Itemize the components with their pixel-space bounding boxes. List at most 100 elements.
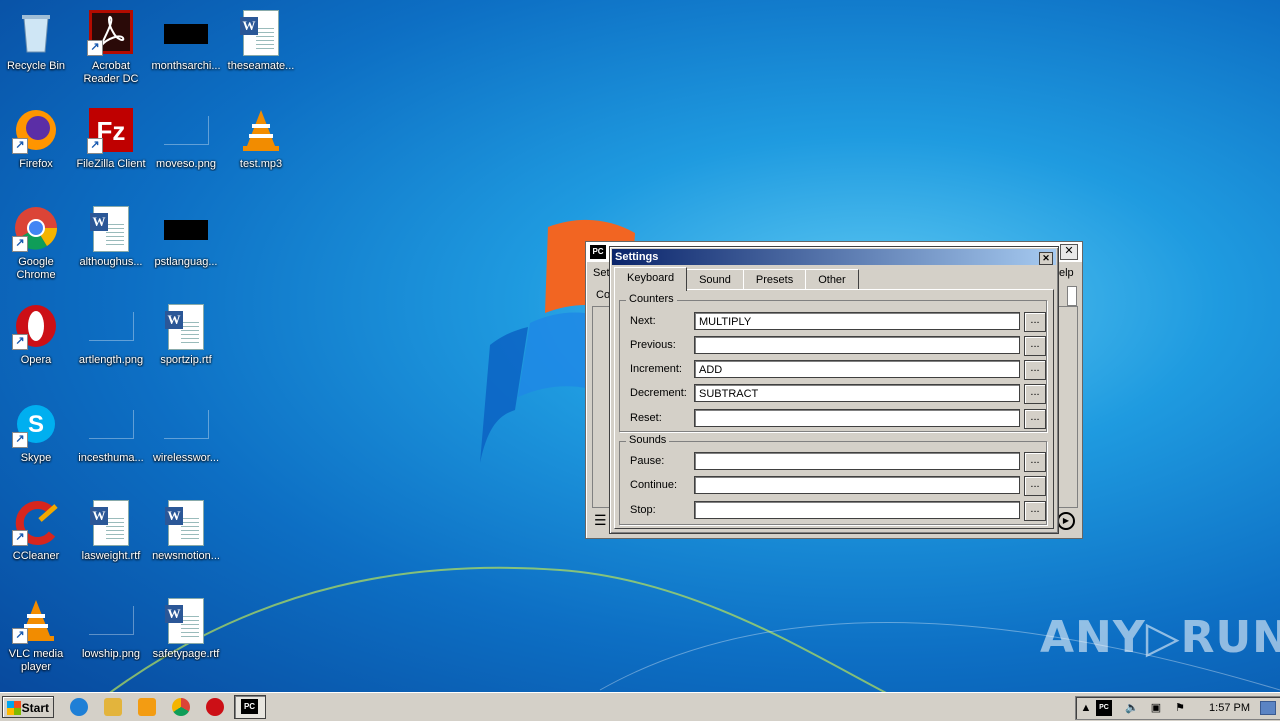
opera-icon[interactable] xyxy=(206,698,224,716)
word-document-icon: W xyxy=(237,8,285,56)
previous-key-field[interactable] xyxy=(694,336,1020,354)
media-player-icon[interactable] xyxy=(138,698,156,716)
show-desktop-icon[interactable] xyxy=(1260,701,1276,715)
file-explorer-icon[interactable] xyxy=(104,698,122,716)
reset-key-field[interactable] xyxy=(694,409,1020,427)
shortcut-arrow-icon: ↗ xyxy=(12,138,28,154)
shortcut-arrow-icon: ↗ xyxy=(12,530,28,546)
desktop-icon-firefox[interactable]: ↗ Firefox xyxy=(0,100,76,190)
chrome-icon[interactable] xyxy=(172,698,190,716)
desktop-icon-newsmotion[interactable]: W newsmotion... xyxy=(146,492,226,582)
word-document-icon: W xyxy=(162,596,210,644)
image-file-icon xyxy=(162,8,210,56)
tab-fragment[interactable]: Co xyxy=(596,289,610,301)
field-label: Continue: xyxy=(630,479,678,491)
tab-keyboard[interactable]: Keyboard xyxy=(614,267,688,291)
acrobat-icon: ↗ xyxy=(87,8,135,56)
desktop-icon-test-mp3[interactable]: test.mp3 xyxy=(221,100,301,190)
field-label: Previous: xyxy=(630,339,676,351)
increment-key-field[interactable]: ADD xyxy=(694,360,1020,378)
desktop-icon-opera[interactable]: ↗ Opera xyxy=(0,296,76,386)
desktop-icon-recycle-bin[interactable]: Recycle Bin xyxy=(0,2,76,92)
browse-button[interactable]: ... xyxy=(1024,476,1046,496)
app-tray-icon[interactable]: PC xyxy=(1096,700,1112,716)
desktop-icon-skype[interactable]: S ↗ Skype xyxy=(0,394,76,484)
browse-button[interactable]: ... xyxy=(1024,409,1046,429)
image-file-icon xyxy=(162,106,210,154)
pause-key-field[interactable] xyxy=(694,452,1020,470)
close-icon[interactable]: ✕ xyxy=(1060,244,1078,260)
desktop-icon-moveso[interactable]: moveso.png xyxy=(146,100,226,190)
sound-pause-row: Pause: ... xyxy=(620,452,1046,472)
browse-button[interactable]: ... xyxy=(1024,336,1046,356)
app-logo-icon: PC xyxy=(241,699,258,714)
counter-increment-row: Increment: ADD ... xyxy=(620,360,1046,380)
scrollbar-thumb[interactable] xyxy=(1067,286,1077,306)
close-icon[interactable]: ✕ xyxy=(1039,252,1053,265)
desktop-icon-filezilla[interactable]: Fz ↗ FileZilla Client xyxy=(71,100,151,190)
desktop-icon-safetypage[interactable]: W safetypage.rtf xyxy=(146,590,226,680)
desktop-icon-chrome[interactable]: ↗ Google Chrome xyxy=(0,198,76,288)
field-label: Stop: xyxy=(630,504,656,516)
settings-tabs: Keyboard Sound Presets Other xyxy=(614,267,859,291)
field-label: Reset: xyxy=(630,412,662,424)
settings-dialog: Settings ✕ Keyboard Sound Presets Other … xyxy=(609,246,1059,534)
image-file-icon xyxy=(87,596,135,644)
browse-button[interactable]: ... xyxy=(1024,312,1046,332)
decrement-key-field[interactable]: SUBTRACT xyxy=(694,384,1020,402)
menu-lines-icon[interactable]: ☰ xyxy=(594,512,607,529)
counter-next-row: Next: MULTIPLY ... xyxy=(620,312,1046,332)
action-center-flag-icon[interactable]: ⚑ xyxy=(1172,700,1188,716)
settings-titlebar[interactable]: Settings ✕ xyxy=(612,249,1056,265)
network-icon[interactable]: ▣ xyxy=(1148,700,1164,716)
volume-icon[interactable]: 🔈 xyxy=(1124,700,1140,716)
show-hidden-icons-icon[interactable]: ▲ xyxy=(1078,700,1094,716)
image-file-icon xyxy=(162,204,210,252)
filezilla-icon: Fz ↗ xyxy=(87,106,135,154)
field-label: Pause: xyxy=(630,455,665,467)
field-label: Next: xyxy=(630,315,656,327)
browse-button[interactable]: ... xyxy=(1024,452,1046,472)
next-key-field[interactable]: MULTIPLY xyxy=(694,312,1020,330)
browse-button[interactable]: ... xyxy=(1024,384,1046,404)
desktop-icon-incesthuma[interactable]: incesthuma... xyxy=(71,394,151,484)
tab-presets[interactable]: Presets xyxy=(742,269,807,290)
desktop-icon-lowship[interactable]: lowship.png xyxy=(71,590,151,680)
sounds-group: Sounds Pause: ... Continue: ... Stop: ..… xyxy=(619,434,1047,525)
desktop-icon-ccleaner[interactable]: ↗ CCleaner xyxy=(0,492,76,582)
shortcut-arrow-icon: ↗ xyxy=(87,138,103,154)
desktop-icon-monthsarchi[interactable]: monthsarchi... xyxy=(146,2,226,92)
counter-decrement-row: Decrement: SUBTRACT ... xyxy=(620,384,1046,404)
desktop-icon-wirelesswor[interactable]: wirelesswor... xyxy=(146,394,226,484)
sound-stop-row: Stop: ... xyxy=(620,501,1046,521)
stop-key-field[interactable] xyxy=(694,501,1020,519)
desktop-icon-theseamate[interactable]: W theseamate... xyxy=(221,2,301,92)
field-label: Increment: xyxy=(630,363,682,375)
recycle-bin-icon xyxy=(12,8,60,56)
desktop-icon-pstlanguag[interactable]: pstlanguag... xyxy=(146,198,226,288)
clock[interactable]: 1:57 PM xyxy=(1209,697,1250,719)
tab-sound[interactable]: Sound xyxy=(686,269,744,290)
desktop-icon-vlc[interactable]: ↗ VLC media player xyxy=(0,590,76,680)
vlc-icon xyxy=(237,106,285,154)
desktop-icon-sportzip[interactable]: W sportzip.rtf xyxy=(146,296,226,386)
firefox-icon: ↗ xyxy=(12,106,60,154)
play-icon[interactable]: ▶ xyxy=(1057,512,1075,530)
field-label: Decrement: xyxy=(630,387,687,399)
opera-icon: ↗ xyxy=(12,302,60,350)
start-button[interactable]: Start xyxy=(2,696,54,718)
watermark: ANY▷RUN xyxy=(1040,612,1280,663)
menu-fragment[interactable]: elp xyxy=(1059,267,1074,279)
word-document-icon: W xyxy=(87,498,135,546)
menu-fragment[interactable]: Set xyxy=(593,267,610,279)
desktop-icon-lasweight[interactable]: W lasweight.rtf xyxy=(71,492,151,582)
tab-other[interactable]: Other xyxy=(805,269,859,290)
taskbar-app-button[interactable]: PC xyxy=(234,695,266,719)
desktop-icon-althoughus[interactable]: W althoughus... xyxy=(71,198,151,288)
desktop-icon-artlength[interactable]: artlength.png xyxy=(71,296,151,386)
internet-explorer-icon[interactable] xyxy=(70,698,88,716)
desktop-icon-acrobat[interactable]: ↗ Acrobat Reader DC xyxy=(71,2,151,92)
continue-key-field[interactable] xyxy=(694,476,1020,494)
browse-button[interactable]: ... xyxy=(1024,360,1046,380)
browse-button[interactable]: ... xyxy=(1024,501,1046,521)
